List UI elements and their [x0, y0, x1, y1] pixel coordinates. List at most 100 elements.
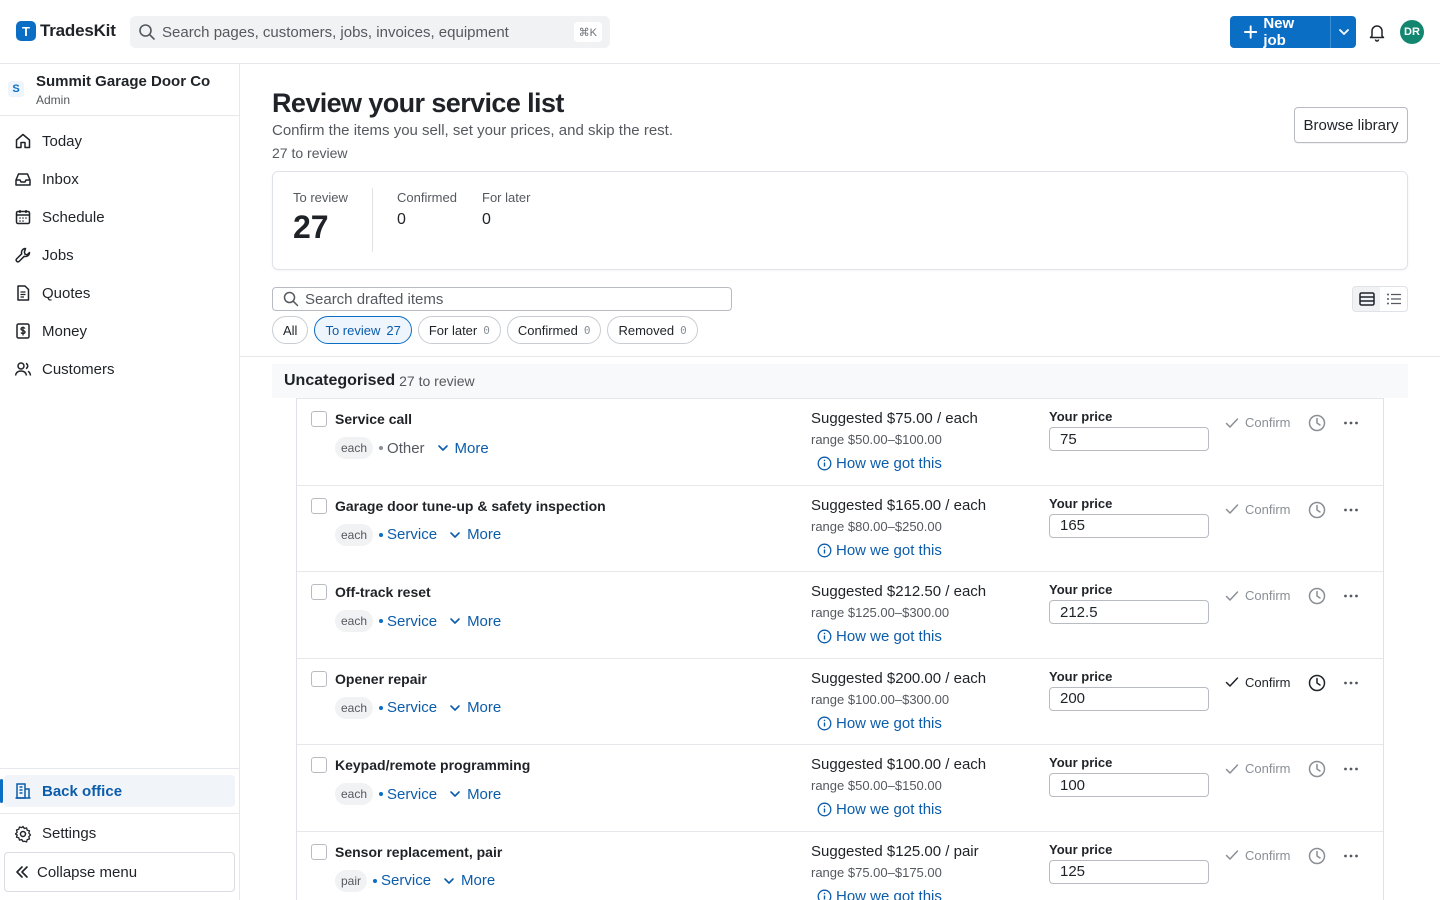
sidebar-item-quotes[interactable]: Quotes: [0, 274, 239, 312]
main-content: Review your service list Confirm the ite…: [240, 64, 1440, 900]
plus-icon: [1244, 25, 1258, 39]
confirm-button[interactable]: Confirm: [1225, 415, 1291, 430]
filter-chip-to-review[interactable]: To review 27: [314, 316, 412, 344]
save-for-later-button[interactable]: [1308, 674, 1326, 695]
sidebar-item-back-office[interactable]: Back office: [0, 775, 235, 807]
row-checkbox[interactable]: [311, 584, 327, 601]
more-button[interactable]: More: [449, 613, 501, 630]
category-tag[interactable]: Service: [379, 699, 437, 716]
group-header[interactable]: Uncategorised 27 to review: [272, 364, 1408, 398]
category-tag[interactable]: Service: [379, 786, 437, 803]
category-label: Service: [381, 872, 432, 890]
collapse-menu-button[interactable]: Collapse menu: [4, 852, 235, 892]
row-actions-button[interactable]: [1343, 415, 1359, 434]
your-price-label: Your price: [1049, 755, 1113, 771]
info-icon: [817, 716, 832, 731]
category-dot: [379, 619, 384, 624]
your-price-input[interactable]: [1049, 427, 1209, 451]
sidebar-item-settings[interactable]: Settings: [0, 813, 239, 853]
drafted-items-search[interactable]: [272, 287, 732, 311]
building-icon: [15, 783, 31, 799]
how-we-got-this-link[interactable]: How we got this: [817, 801, 942, 818]
your-price-input[interactable]: [1049, 686, 1209, 711]
category-dot: [379, 446, 384, 450]
filter-chip-all[interactable]: All: [272, 316, 309, 344]
new-job-button[interactable]: New job: [1230, 15, 1332, 49]
sidebar-item-inbox[interactable]: Inbox: [0, 160, 239, 198]
filter-chip-confirmed[interactable]: Confirmed 0: [506, 316, 602, 344]
more-button[interactable]: More: [443, 872, 495, 889]
category-tag[interactable]: Other: [379, 440, 425, 457]
app-logo[interactable]: T TradesKit: [16, 21, 116, 41]
org-role: Admin: [36, 93, 71, 107]
your-price-label: Your price: [1049, 841, 1113, 857]
how-we-got-this-link[interactable]: How we got this: [817, 455, 942, 472]
card-view-button[interactable]: [1353, 287, 1380, 311]
more-button[interactable]: More: [437, 440, 489, 457]
category-tag[interactable]: Service: [373, 872, 431, 889]
org-name: Summit Garage Door Co: [36, 73, 211, 90]
drafted-items-search-input[interactable]: [305, 290, 725, 308]
filter-chip-for-later[interactable]: For later 0: [417, 316, 501, 344]
category-tag[interactable]: Service: [379, 526, 437, 543]
avatar[interactable]: DR: [1400, 20, 1424, 44]
row-actions-button[interactable]: [1343, 848, 1359, 867]
your-price-input[interactable]: [1049, 773, 1209, 798]
unit-badge: each: [335, 696, 374, 719]
confirm-button[interactable]: Confirm: [1225, 588, 1291, 603]
row-actions-button[interactable]: [1343, 761, 1359, 780]
your-price-input[interactable]: [1049, 513, 1209, 538]
clock-icon: [1308, 414, 1326, 432]
sidebar-item-today[interactable]: Today: [0, 122, 239, 160]
how-we-got-this-link[interactable]: How we got this: [817, 628, 942, 645]
new-job-label: New job: [1263, 15, 1295, 49]
more-button[interactable]: More: [449, 786, 501, 803]
service-item-row: Garage door tune-up & safety inspection …: [297, 484, 1383, 572]
save-for-later-button[interactable]: [1308, 587, 1326, 608]
more-button[interactable]: More: [449, 699, 501, 716]
sidebar-item-schedule[interactable]: Schedule: [0, 198, 239, 236]
stat-to-review: To review 27: [293, 190, 348, 246]
notifications-button[interactable]: [1367, 22, 1387, 45]
row-checkbox[interactable]: [311, 843, 327, 860]
how-we-got-this-link[interactable]: How we got this: [817, 542, 942, 559]
price-range: range $50.00–$100.00: [811, 432, 942, 447]
sidebar-item-customers[interactable]: Customers: [0, 350, 239, 388]
browse-library-button[interactable]: Browse library: [1294, 107, 1408, 143]
sidebar-item-money[interactable]: Money: [0, 312, 239, 350]
more-button[interactable]: More: [449, 526, 501, 543]
row-actions-button[interactable]: [1343, 675, 1359, 694]
global-search[interactable]: ⌘K: [130, 16, 610, 48]
confirm-button[interactable]: Confirm: [1225, 848, 1291, 863]
how-we-got-this-link[interactable]: How we got this: [817, 715, 942, 732]
new-job-menu-button[interactable]: [1331, 16, 1356, 48]
filter-chip-removed[interactable]: Removed 0: [607, 316, 698, 344]
chevron-down-icon: [437, 445, 448, 451]
how-we-got-this-link[interactable]: How we got this: [817, 888, 942, 900]
list-view-button[interactable]: [1380, 287, 1407, 311]
stat-divider: [372, 188, 373, 252]
row-checkbox[interactable]: [311, 670, 327, 687]
check-icon: [1225, 764, 1239, 774]
row-actions-button[interactable]: [1343, 502, 1359, 521]
save-for-later-button[interactable]: [1308, 501, 1326, 522]
row-checkbox[interactable]: [311, 411, 327, 427]
save-for-later-button[interactable]: [1308, 760, 1326, 781]
your-price-input[interactable]: [1049, 859, 1209, 884]
org-switcher[interactable]: S Summit Garage Door Co Admin: [0, 64, 239, 116]
unit-badge: pair: [335, 869, 368, 892]
save-for-later-button[interactable]: [1308, 847, 1326, 868]
save-for-later-button[interactable]: [1308, 414, 1326, 435]
confirm-button[interactable]: Confirm: [1225, 502, 1291, 517]
row-actions-button[interactable]: [1343, 588, 1359, 607]
your-price-input[interactable]: [1049, 600, 1209, 625]
row-checkbox[interactable]: [311, 497, 327, 514]
confirm-button[interactable]: Confirm: [1225, 761, 1291, 776]
sidebar-item-jobs[interactable]: Jobs: [0, 236, 239, 274]
unit-badge: each: [335, 610, 374, 633]
item-tags: pair Service More: [335, 869, 495, 892]
confirm-button[interactable]: Confirm: [1225, 675, 1291, 690]
row-checkbox[interactable]: [311, 757, 327, 774]
global-search-input[interactable]: [162, 23, 562, 41]
category-tag[interactable]: Service: [379, 613, 437, 630]
